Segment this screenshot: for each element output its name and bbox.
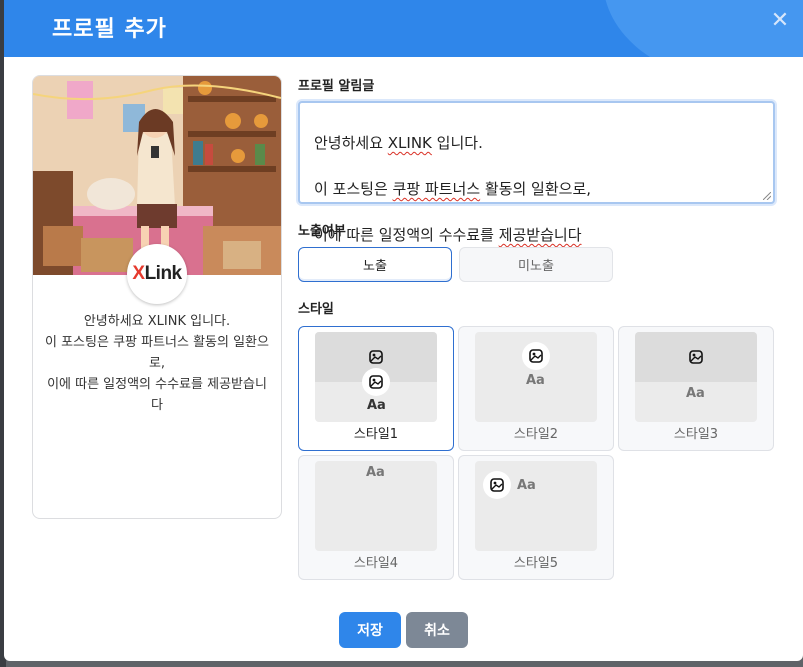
image-icon xyxy=(522,342,550,370)
logo-x: X xyxy=(132,263,145,284)
visibility-on-button[interactable]: 노출 xyxy=(298,247,452,282)
style-thumbnail: Aa xyxy=(315,461,437,551)
style-thumbnail: Aa xyxy=(475,461,597,551)
message-line-2: 이 포스팅은 쿠팡 파트너스 활동의 일환으로, xyxy=(314,180,592,198)
style-option-3[interactable]: Aa 스타일3 xyxy=(618,326,774,451)
image-icon xyxy=(362,368,390,396)
message-line-3: 이에 따른 일정액의 수수료를 제공받습니다 xyxy=(314,226,582,244)
add-profile-modal: 프로필 추가 ✕ X Link 안녕하세요 XLINK 입니다. 이 포스팅은 … xyxy=(4,0,803,661)
style-thumbnail: Aa xyxy=(635,332,757,422)
image-icon xyxy=(483,471,511,499)
style-name: 스타일3 xyxy=(673,427,719,442)
save-button[interactable]: 저장 xyxy=(339,612,401,648)
logo-rest: Link xyxy=(144,263,183,284)
close-icon[interactable]: ✕ xyxy=(769,10,791,32)
image-icon xyxy=(362,343,390,371)
style-option-4[interactable]: Aa 스타일4 xyxy=(298,455,454,580)
style-thumbnail: Aa xyxy=(475,332,597,422)
xlink-logo: X Link xyxy=(127,244,187,304)
style-name: 스타일1 xyxy=(353,427,399,442)
style-label: 스타일 xyxy=(298,302,334,317)
modal-header: 프로필 추가 ✕ xyxy=(4,0,803,57)
resize-handle-icon[interactable] xyxy=(763,192,771,200)
style-sample-text: Aa xyxy=(367,398,386,413)
style-option-2[interactable]: Aa 스타일2 xyxy=(458,326,614,451)
style-sample-text: Aa xyxy=(517,478,536,493)
style-name: 스타일2 xyxy=(513,427,559,442)
style-name: 스타일4 xyxy=(353,556,399,571)
visibility-label: 노출여부 xyxy=(298,224,346,239)
message-line-1: 안녕하세요 XLINK 입니다. xyxy=(314,134,483,152)
style-option-5[interactable]: Aa 스타일5 xyxy=(458,455,614,580)
message-label: 프로필 알림글 xyxy=(298,79,375,94)
image-icon xyxy=(682,343,710,371)
preview-message: 안녕하세요 XLINK 입니다. 이 포스팅은 쿠팡 파트너스 활동의 일환으로… xyxy=(45,314,269,413)
style-sample-text: Aa xyxy=(686,386,705,401)
message-textarea[interactable]: 안녕하세요 XLINK 입니다. 이 포스팅은 쿠팡 파트너스 활동의 일환으로… xyxy=(298,101,775,244)
cancel-button[interactable]: 취소 xyxy=(406,612,468,648)
style-thumbnail: Aa xyxy=(315,332,437,422)
style-name: 스타일5 xyxy=(513,556,559,571)
style-option-1[interactable]: Aa 스타일1 xyxy=(298,326,454,451)
profile-preview-card: X Link 안녕하세요 XLINK 입니다. 이 포스팅은 쿠팡 파트너스 활동… xyxy=(32,75,282,519)
style-sample-text: Aa xyxy=(526,373,545,388)
style-sample-text: Aa xyxy=(366,465,385,480)
modal-title: 프로필 추가 xyxy=(52,17,167,42)
visibility-off-button[interactable]: 미노출 xyxy=(459,247,613,282)
